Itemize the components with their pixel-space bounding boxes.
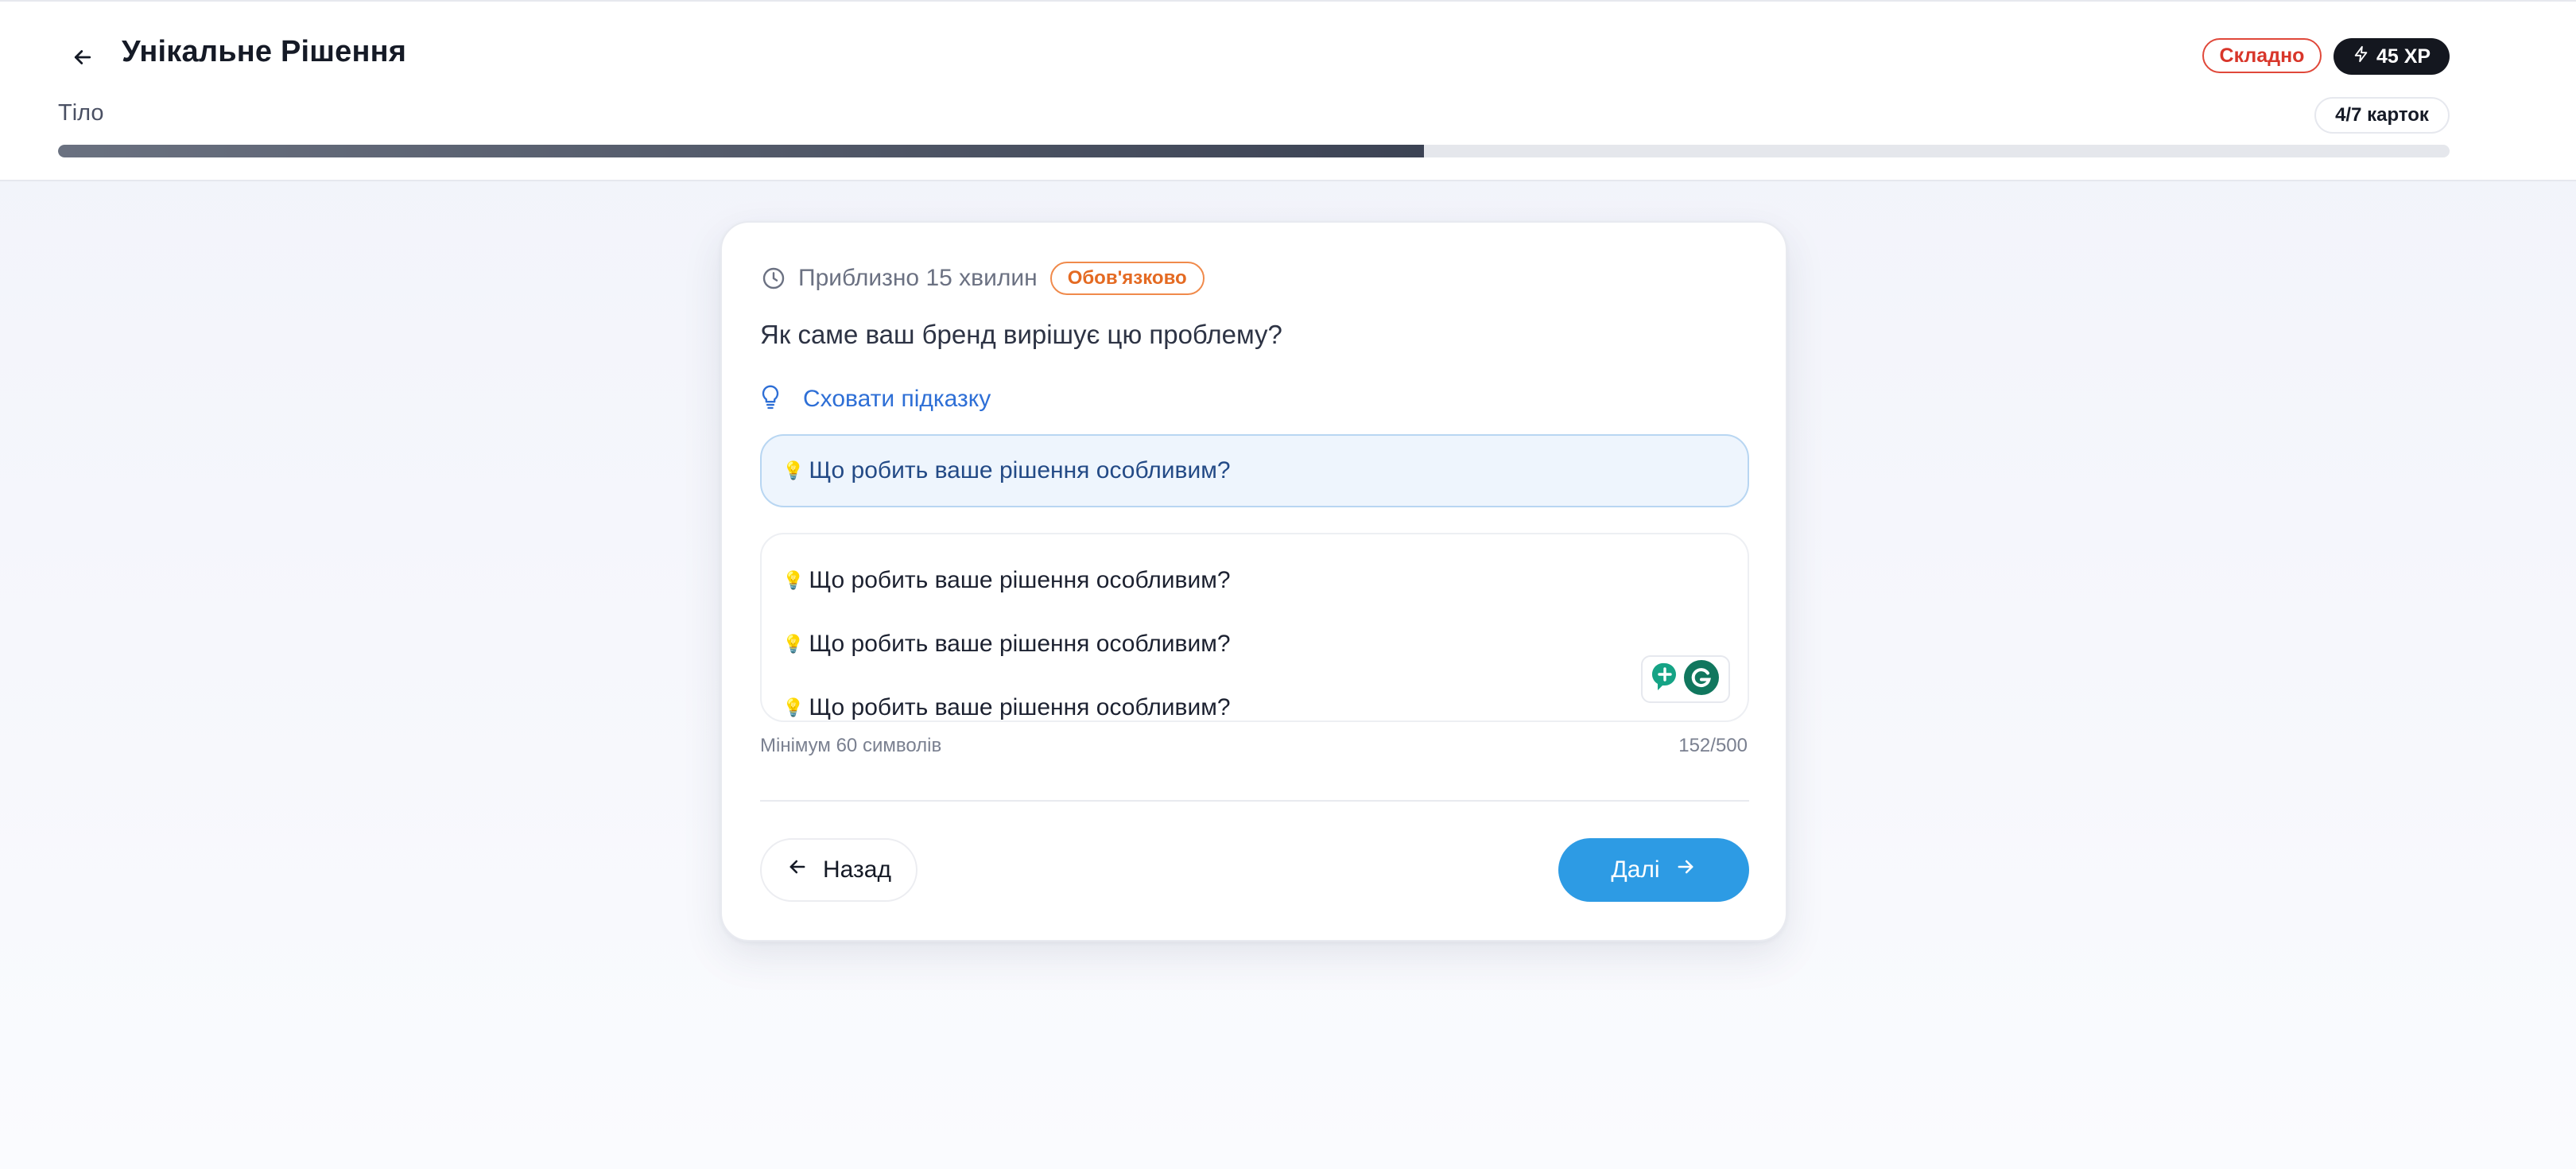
answer-line: 💡 Що робить ваше рішення особливим?: [782, 692, 1231, 720]
answer-textarea[interactable]: 💡 Що робить ваше рішення особливим? 💡 Що…: [760, 533, 1749, 722]
min-chars-note: Мінімум 60 символів: [760, 735, 942, 756]
grammarly-assist-icon[interactable]: [1651, 662, 1678, 697]
arrow-left-icon: [786, 856, 809, 884]
clock-icon: [760, 265, 787, 292]
xp-badge: 45 XP: [2334, 38, 2450, 75]
arrow-right-icon: [1674, 856, 1697, 884]
time-estimate: Приблизно 15 хвилин: [798, 265, 1038, 291]
cards-counter: 4/7 карток: [2314, 97, 2450, 134]
hint-text: Що робить ваше рішення особливим?: [809, 457, 1231, 484]
progress-bar-fill: [58, 145, 1424, 157]
back-arrow-icon[interactable]: [64, 38, 102, 76]
back-button-label: Назад: [823, 856, 891, 883]
difficulty-badge: Складно: [2202, 38, 2322, 73]
xp-value: 45 XP: [2376, 45, 2431, 68]
question-card: Приблизно 15 хвилин Обов'язково Як саме …: [720, 221, 1787, 942]
progress-bar: [58, 145, 2450, 157]
next-button-label: Далі: [1611, 856, 1660, 883]
answer-line-text: Що робить ваше рішення особливим?: [809, 694, 1231, 720]
top-header: Унікальне Рішення Складно 45 XP Тіло 4/7…: [0, 0, 2576, 181]
lightbulb-icon: [760, 384, 781, 415]
required-badge: Обов'язково: [1049, 262, 1205, 295]
answer-line: 💡 Що робить ваше рішення особливим?: [782, 628, 1231, 660]
lightbulb-emoji-icon: 💡: [782, 634, 805, 654]
hide-hint-label: Сховати підказку: [803, 386, 991, 412]
char-counter: 152/500: [1678, 735, 1748, 756]
back-button[interactable]: Назад: [760, 838, 918, 902]
question-text: Як саме ваш бренд вирішує цю проблему?: [760, 320, 1282, 349]
answer-line-text: Що робить ваше рішення особливим?: [809, 631, 1231, 657]
lightbulb-emoji-icon: 💡: [782, 697, 805, 717]
grammarly-icon[interactable]: [1683, 659, 1720, 700]
section-label: Тіло: [58, 100, 104, 126]
hide-hint-button[interactable]: Сховати підказку: [760, 382, 991, 417]
answer-line: 💡 Що робить ваше рішення особливим?: [782, 565, 1231, 596]
hint-box: 💡 Що робить ваше рішення особливим?: [760, 434, 1749, 507]
lightbulb-emoji-icon: 💡: [782, 460, 805, 480]
lightbulb-emoji-icon: 💡: [782, 570, 805, 590]
next-button[interactable]: Далі: [1558, 838, 1749, 902]
page-title: Унікальне Рішення: [122, 35, 407, 68]
meta-row: Приблизно 15 хвилин Обов'язково: [760, 261, 1205, 296]
grammarly-widget[interactable]: [1641, 655, 1730, 703]
answer-line-text: Що робить ваше рішення особливим?: [809, 567, 1231, 593]
lightning-icon: [2353, 45, 2370, 68]
divider: [760, 800, 1749, 802]
